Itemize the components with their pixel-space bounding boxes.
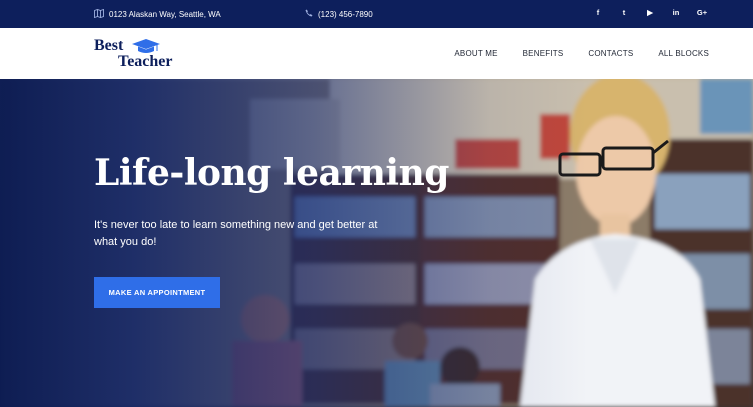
phone-block[interactable]: (123) 456-7890 — [305, 9, 373, 19]
hero-headline: Life-long learning — [94, 152, 449, 194]
google-plus-icon[interactable]: G+ — [689, 8, 715, 17]
phone-text[interactable]: (123) 456-7890 — [318, 10, 373, 19]
main-navbar: Best Teacher ABOUT ME BENEFITS CONTACTS … — [0, 28, 753, 79]
nav-item-all-blocks[interactable]: ALL BLOCKS — [658, 49, 709, 58]
map-icon — [94, 8, 104, 20]
facebook-icon[interactable]: f — [585, 8, 611, 17]
brand-line-2: Teacher — [118, 53, 173, 70]
nav-item-contacts[interactable]: CONTACTS — [588, 49, 633, 58]
hero-subtext: It's never too late to learn something n… — [94, 219, 378, 248]
address-text: 0123 Alaskan Way, Seattle, WA — [109, 10, 221, 19]
youtube-icon[interactable]: ▶ — [637, 8, 663, 17]
nav-item-about-me[interactable]: ABOUT ME — [454, 49, 497, 58]
social-links: f t ▶ in G+ — [585, 8, 715, 17]
twitter-icon[interactable]: t — [611, 8, 637, 17]
phone-icon — [305, 9, 313, 19]
hero-section: Life-long learning It's never too late t… — [0, 79, 753, 407]
nav-item-benefits[interactable]: BENEFITS — [523, 49, 564, 58]
linkedin-icon[interactable]: in — [663, 8, 689, 17]
make-appointment-button[interactable]: MAKE AN APPOINTMENT — [94, 277, 220, 308]
primary-nav: ABOUT ME BENEFITS CONTACTS ALL BLOCKS — [454, 49, 709, 58]
top-info-bar: 0123 Alaskan Way, Seattle, WA (123) 456-… — [0, 0, 753, 28]
address-block: 0123 Alaskan Way, Seattle, WA — [94, 8, 221, 20]
brand-logo[interactable]: Best Teacher — [94, 37, 186, 71]
